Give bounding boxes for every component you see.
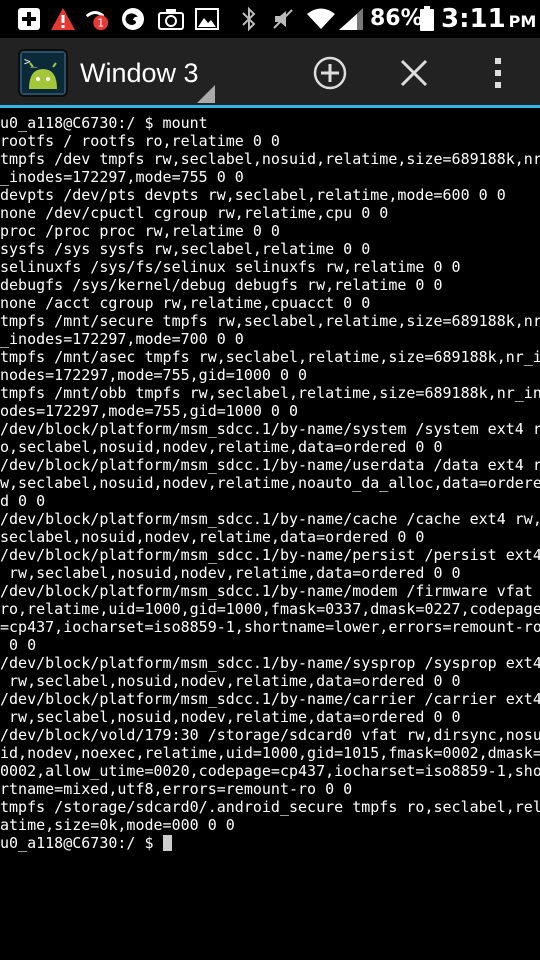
terminal-line: /dev/block/platform/msm_sdcc.1/by-name/m… xyxy=(0,582,533,600)
warning-icon xyxy=(50,6,76,32)
terminal-output[interactable]: u0_a118@C6730:/ $ mount rootfs / rootfs r… xyxy=(0,113,540,960)
battery-icon xyxy=(414,6,440,32)
terminal-line: sysfs /sys sysfs rw,seclabel,relatime 0 … xyxy=(0,240,371,258)
notification-badge: 1 xyxy=(97,18,104,29)
terminal-line: rtname=mixed,utf8,errors=remount-ro 0 0 xyxy=(0,780,353,798)
terminal-line: id,nodev,noexec,relatime,uid=1000,gid=10… xyxy=(0,744,540,762)
close-window-button[interactable] xyxy=(394,53,434,93)
terminal-prompt: u0_a118@C6730:/ $ xyxy=(0,834,163,852)
gallery-icon xyxy=(194,6,220,32)
terminal-line: rw,seclabel,nosuid,nodev,relatime,data=o… xyxy=(0,564,461,582)
overflow-menu-icon xyxy=(495,58,501,88)
new-window-icon xyxy=(313,56,347,90)
terminal-line: tmpfs /mnt/secure tmpfs rw,seclabel,rela… xyxy=(0,312,540,330)
add-icon xyxy=(16,6,42,32)
clock: 3:11 PM xyxy=(441,2,536,39)
terminal-line: none /dev/cpuctl cgroup rw,relatime,cpu … xyxy=(0,204,389,222)
terminal-line: tmpfs /storage/sdcard0/.android_secure t… xyxy=(0,798,540,816)
terminal-line: 0 0 xyxy=(0,636,37,654)
terminal-line: tmpfs /mnt/obb tmpfs rw,seclabel,relatim… xyxy=(0,384,540,402)
wifi-icon xyxy=(306,6,336,32)
terminal-line: u0_a118@C6730:/ $ mount xyxy=(0,114,208,132)
firefox-icon xyxy=(120,6,146,32)
terminal-line: _inodes=172297,mode=755 0 0 xyxy=(0,168,244,186)
svg-text:>_: >_ xyxy=(24,55,38,68)
terminal-line: odes=172297,mode=755,gid=1000 0 0 xyxy=(0,402,299,420)
terminal-line: debugfs /sys/kernel/debug debugfs rw,rel… xyxy=(0,276,443,294)
terminal-cursor xyxy=(162,835,172,851)
terminal-line: nodes=172297,mode=755,gid=1000 0 0 xyxy=(0,366,308,384)
signal-icon xyxy=(338,6,364,32)
terminal-line: /dev/block/platform/msm_sdcc.1/by-name/p… xyxy=(0,546,540,564)
missed-call-icon: 1 xyxy=(84,6,110,32)
terminal-line: _inodes=172297,mode=700 0 0 xyxy=(0,330,244,348)
terminal-line: /dev/block/platform/msm_sdcc.1/by-name/s… xyxy=(0,420,540,438)
terminal-line: /dev/block/platform/msm_sdcc.1/by-name/s… xyxy=(0,654,540,672)
clock-time: 3:11 xyxy=(441,4,506,34)
terminal-line: devpts /dev/pts devpts rw,seclabel,relat… xyxy=(0,186,506,204)
terminal-line: selinuxfs /sys/fs/selinux selinuxfs rw,r… xyxy=(0,258,461,276)
mute-icon xyxy=(270,6,296,32)
clock-ampm: PM xyxy=(508,12,537,31)
terminal-prompt-line[interactable]: u0_a118@C6730:/ $ xyxy=(0,834,540,852)
terminal-line: atime,size=0k,mode=000 0 0 xyxy=(0,816,235,834)
window-title[interactable]: Window 3 xyxy=(80,55,199,91)
terminal-line: /dev/block/platform/msm_sdcc.1/by-name/c… xyxy=(0,510,540,528)
spinner-indicator-icon xyxy=(197,85,215,103)
overflow-menu-button[interactable] xyxy=(478,53,518,93)
terminal-line: seclabel,nosuid,nodev,relatime,data=orde… xyxy=(0,528,425,546)
terminal-line: rootfs / rootfs ro,relatime 0 0 xyxy=(0,132,280,150)
terminal-line: o,seclabel,nosuid,nodev,relatime,data=or… xyxy=(0,438,443,456)
terminal-line: tmpfs /dev tmpfs rw,seclabel,nosuid,rela… xyxy=(0,150,540,168)
terminal-line: d 0 0 xyxy=(0,492,46,510)
terminal-line: w,seclabel,nosuid,nodev,relatime,noauto_… xyxy=(0,474,540,492)
terminal-lines: u0_a118@C6730:/ $ mount rootfs / rootfs r… xyxy=(0,114,540,834)
terminal-line: /dev/block/vold/179:30 /storage/sdcard0 … xyxy=(0,726,540,744)
terminal-line: /dev/block/platform/msm_sdcc.1/by-name/u… xyxy=(0,456,540,474)
terminal-line: =cp437,iocharset=iso8859-1,shortname=low… xyxy=(0,618,540,636)
terminal-app-icon[interactable]: >_ xyxy=(18,49,68,97)
terminal-line: rw,seclabel,nosuid,nodev,relatime,data=o… xyxy=(0,708,461,726)
bluetooth-icon xyxy=(236,6,262,32)
terminal-line: tmpfs /mnt/asec tmpfs rw,seclabel,relati… xyxy=(0,348,540,366)
terminal-line: ro,relatime,uid=1000,gid=1000,fmask=0337… xyxy=(0,600,540,618)
action-bar: >_ Window 3 xyxy=(0,38,540,108)
terminal-line: 0002,allow_utime=0020,codepage=cp437,ioc… xyxy=(0,762,540,780)
terminal-line: rw,seclabel,nosuid,nodev,relatime,data=o… xyxy=(0,672,461,690)
camera-icon xyxy=(158,6,184,32)
new-window-button[interactable] xyxy=(310,53,350,93)
terminal-line: /dev/block/platform/msm_sdcc.1/by-name/c… xyxy=(0,690,540,708)
status-bar: 1 86% 3:11 PM xyxy=(0,0,540,38)
terminal-line: none /acct cgroup rw,relatime,cpuacct 0 … xyxy=(0,294,371,312)
terminal-line: proc /proc proc rw,relatime 0 0 xyxy=(0,222,280,240)
close-window-icon xyxy=(400,59,428,87)
